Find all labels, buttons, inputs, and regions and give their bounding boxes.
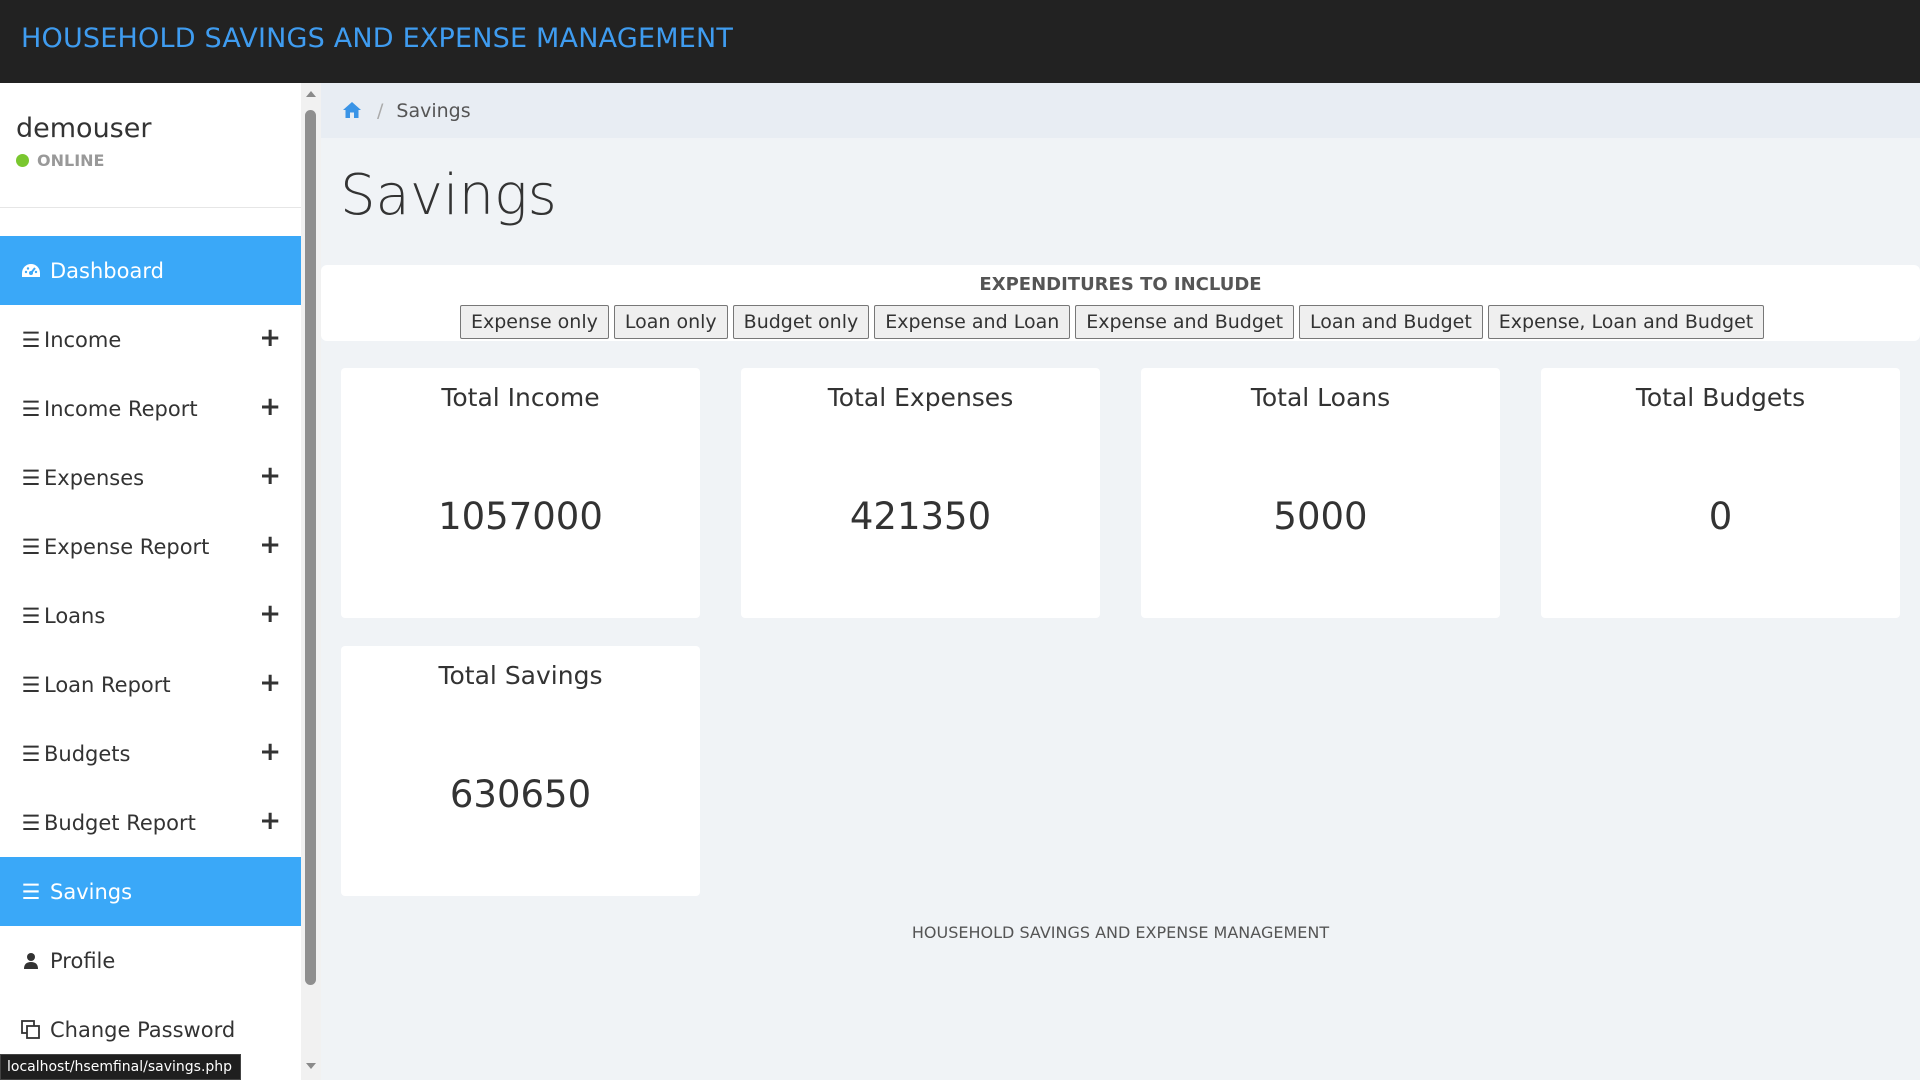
top-navbar: HOUSEHOLD SAVINGS AND EXPENSE MANAGEMENT	[0, 0, 1920, 83]
user-panel: demouser ONLINE	[0, 83, 301, 208]
page-title: Savings	[340, 163, 557, 228]
bars-icon: ☰	[21, 327, 41, 352]
card-label: Total Expenses	[827, 383, 1014, 412]
card-value: 5000	[1273, 495, 1368, 538]
filter-loan-only-button[interactable]: Loan only	[613, 305, 728, 339]
sidebar-item-label: Loans	[44, 603, 106, 628]
bars-icon: ☰	[21, 672, 41, 697]
sidebar-item-loans[interactable]: ☰ Loans +	[0, 581, 301, 650]
bars-icon: ☰	[21, 396, 41, 421]
plus-icon[interactable]: +	[259, 394, 281, 420]
online-status: ONLINE	[16, 151, 104, 170]
plus-icon[interactable]: +	[259, 739, 281, 765]
sidebar-item-label: Expenses	[44, 465, 145, 490]
bars-icon: ☰	[21, 810, 41, 835]
sidebar-item-expenses[interactable]: ☰ Expenses +	[0, 443, 301, 512]
bars-icon: ☰	[21, 465, 41, 490]
filter-expense-only-button[interactable]: Expense only	[460, 305, 609, 339]
main-content: / Savings Savings EXPENDITURES TO INCLUD…	[321, 83, 1920, 1080]
sidebar-item-label: Budgets	[44, 741, 131, 766]
filter-expense-loan-and-budget-button[interactable]: Expense, Loan and Budget	[1487, 305, 1765, 339]
total-savings-card: Total Savings 630650	[341, 646, 700, 896]
home-icon[interactable]	[342, 100, 364, 122]
username: demouser	[16, 113, 152, 144]
bars-icon: ☰	[21, 534, 41, 559]
plus-icon[interactable]: +	[259, 670, 281, 696]
total-loans-card: Total Loans 5000	[1141, 368, 1500, 618]
filter-expense-and-budget-button[interactable]: Expense and Budget	[1075, 305, 1295, 339]
sidebar-scrollbar[interactable]	[301, 83, 321, 1080]
filter-budget-only-button[interactable]: Budget only	[732, 305, 870, 339]
status-label: ONLINE	[37, 151, 105, 170]
sidebar-item-label: Loan Report	[44, 672, 171, 697]
filter-title: EXPENDITURES TO INCLUDE	[979, 274, 1262, 295]
sidebar-item-savings[interactable]: ☰ Savings	[0, 857, 301, 926]
card-label: Total Loans	[1250, 383, 1391, 412]
filter-button-group: Expense only Loan only Budget only Expen…	[460, 305, 1769, 339]
plus-icon[interactable]: +	[259, 463, 281, 489]
card-label: Total Budgets	[1635, 383, 1806, 412]
breadcrumb: / Savings	[321, 83, 1920, 138]
plus-icon[interactable]: +	[259, 601, 281, 627]
sidebar-item-income[interactable]: ☰ Income +	[0, 305, 301, 374]
card-label: Total Savings	[438, 661, 603, 690]
bars-icon: ☰	[21, 603, 41, 628]
scroll-down-arrow-icon[interactable]	[306, 1063, 316, 1069]
total-expenses-card: Total Expenses 421350	[741, 368, 1100, 618]
sidebar-item-label: Change Password	[50, 1017, 236, 1042]
card-label: Total Income	[441, 383, 600, 412]
app-brand[interactable]: HOUSEHOLD SAVINGS AND EXPENSE MANAGEMENT	[21, 23, 733, 54]
sidebar-item-label: Income	[44, 327, 122, 352]
sidebar-item-budgets[interactable]: ☰ Budgets +	[0, 719, 301, 788]
card-value: 1057000	[438, 495, 603, 538]
sidebar-item-budget-report[interactable]: ☰ Budget Report +	[0, 788, 301, 857]
bars-icon: ☰	[21, 741, 41, 766]
plus-icon[interactable]: +	[259, 532, 281, 558]
sidebar-item-profile[interactable]: Profile	[0, 926, 301, 995]
plus-icon[interactable]: +	[259, 325, 281, 351]
sidebar-item-expense-report[interactable]: ☰ Expense Report +	[0, 512, 301, 581]
card-value: 630650	[449, 773, 592, 816]
sidebar: demouser ONLINE Dashboard ☰ Income + ☰ I…	[0, 83, 301, 1080]
dashboard-icon	[20, 262, 42, 280]
card-value: 421350	[849, 495, 992, 538]
expenditure-filter-panel: EXPENDITURES TO INCLUDE Expense only Loa…	[321, 265, 1920, 341]
scroll-up-arrow-icon[interactable]	[306, 91, 316, 97]
total-budgets-card: Total Budgets 0	[1541, 368, 1900, 618]
sidebar-item-loan-report[interactable]: ☰ Loan Report +	[0, 650, 301, 719]
breadcrumb-current: Savings	[396, 99, 471, 122]
browser-status-url: localhost/hsemfinal/savings.php	[0, 1054, 242, 1080]
copy-icon	[20, 1019, 42, 1040]
sidebar-item-label: Expense Report	[44, 534, 210, 559]
page-footer: HOUSEHOLD SAVINGS AND EXPENSE MANAGEMENT	[911, 923, 1330, 942]
sidebar-item-dashboard[interactable]: Dashboard	[0, 236, 301, 305]
status-dot-icon	[16, 154, 29, 167]
sidebar-item-label: Profile	[50, 948, 116, 973]
filter-loan-and-budget-button[interactable]: Loan and Budget	[1299, 305, 1483, 339]
sidebar-item-label: Income Report	[44, 396, 198, 421]
sidebar-item-income-report[interactable]: ☰ Income Report +	[0, 374, 301, 443]
card-value: 0	[1708, 495, 1733, 538]
user-icon	[20, 952, 42, 970]
bars-icon: ☰	[21, 879, 41, 904]
sidebar-menu: Dashboard ☰ Income + ☰ Income Report + ☰…	[0, 236, 301, 1064]
sidebar-item-label: Dashboard	[50, 258, 164, 283]
sidebar-item-label: Savings	[50, 879, 133, 904]
sidebar-item-label: Budget Report	[44, 810, 196, 835]
breadcrumb-separator: /	[377, 99, 384, 122]
total-income-card: Total Income 1057000	[341, 368, 700, 618]
filter-expense-and-loan-button[interactable]: Expense and Loan	[874, 305, 1071, 339]
scrollbar-thumb[interactable]	[305, 110, 316, 985]
plus-icon[interactable]: +	[259, 808, 281, 834]
